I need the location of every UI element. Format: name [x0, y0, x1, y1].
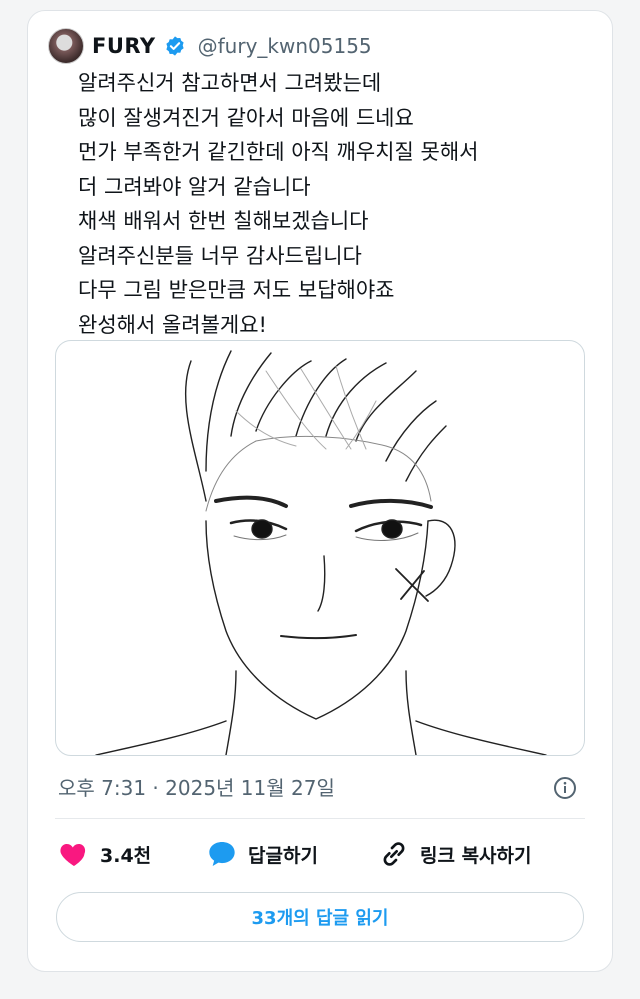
tweet-text: 알려주신거 참고하면서 그려봤는데 많이 잘생겨진거 같아서 마음에 드네요 먼… — [78, 66, 578, 342]
link-icon — [383, 842, 405, 866]
heart-icon — [60, 844, 86, 866]
tweet-actions: 3.4천 답글하기 링크 복사하기 — [58, 838, 588, 878]
copy-link-button[interactable]: 링크 복사하기 — [378, 838, 532, 870]
like-count: 3.4천 — [100, 844, 152, 867]
tweet-text-line: 많이 잘생겨진거 같아서 마음에 드네요 — [78, 105, 414, 130]
reply-label: 답글하기 — [248, 844, 318, 867]
like-button[interactable]: 3.4천 — [58, 838, 151, 870]
divider — [55, 818, 585, 819]
tweet-text-line: 완성해서 올려볼게요! — [78, 312, 267, 337]
tweet-text-line: 먼가 부족한거 같긴한데 아직 깨우치질 못해서 — [78, 140, 479, 164]
tweet-text-line: 다무 그림 받은만큼 저도 보답해야죠 — [78, 278, 395, 302]
info-icon[interactable] — [553, 776, 577, 800]
verified-badge-icon — [166, 36, 184, 56]
sketch-face-drawing — [95, 350, 547, 755]
tweet-text-line: 더 그려봐야 알거 같습니다 — [78, 174, 311, 199]
tweet-text-line: 알려주신거 참고하면서 그려봤는데 — [78, 71, 382, 95]
tweet-timestamp[interactable]: 오후 7:31 · 2025년 11월 27일 — [58, 772, 335, 801]
author-name[interactable]: FURY — [92, 34, 156, 58]
avatar[interactable] — [48, 28, 84, 64]
reply-button[interactable]: 답글하기 — [206, 838, 318, 870]
tweet-header: FURY @fury_kwn05155 — [48, 26, 372, 66]
tweet-text-line: 채색 배워서 한번 칠해보겠습니다 — [78, 209, 369, 233]
tweet-media-image[interactable] — [55, 340, 585, 756]
copy-link-label: 링크 복사하기 — [420, 844, 532, 867]
read-replies-button[interactable]: 33개의 답글 읽기 — [56, 892, 584, 942]
author-handle[interactable]: @fury_kwn05155 — [198, 34, 372, 58]
tweet-text-line: 알려주신분들 너무 감사드립니다 — [78, 243, 362, 268]
speech-bubble-icon — [209, 842, 235, 866]
